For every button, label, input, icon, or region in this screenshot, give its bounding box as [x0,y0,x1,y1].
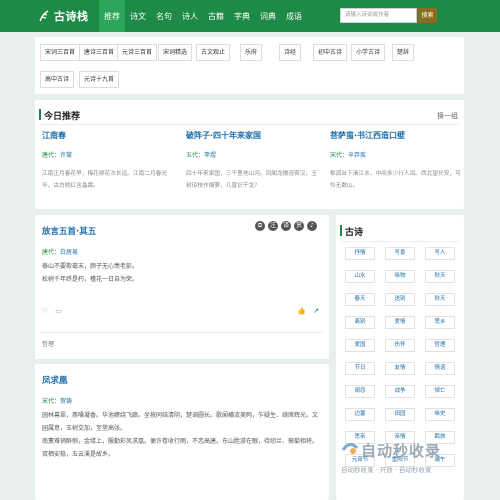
logo-icon [39,10,49,22]
nav-poets[interactable]: 诗人 [177,0,203,32]
poem-title[interactable]: 放言五首·其五 [42,225,96,237]
nav-recommend[interactable]: 推荐 [99,0,125,32]
share-icon[interactable]: ↗ [313,307,319,315]
copy-icon[interactable]: ⧉ [255,221,265,231]
divider [40,124,459,125]
recommend-item-author: 唐代：许棠 [42,152,73,159]
category-cell[interactable]: 哲理 [425,339,455,352]
category-cell[interactable]: 节日 [345,362,375,375]
category-cell[interactable]: 山水 [345,270,375,283]
nav-poems[interactable]: 诗文 [125,0,151,32]
change-group-link[interactable]: 换一组 [437,111,458,121]
poem-content: 园林幕翠，燕嗓凝香。华池缭绕飞廊。坐按同结清阴，楚调圆长。歌阑横流美眄，乍疑生、… [42,412,319,458]
poem-tag[interactable]: 哲理 [42,339,54,348]
logo-text: 古诗栈 [54,10,89,23]
tag-high-school[interactable]: 高中古诗 [40,71,75,88]
poem-content: 泰山不要欺毫末，颜子无心羡老彭。 松树千年终是朽，槿花一日自为荣。 [42,263,139,283]
poem-action-icons: ⧉ 注 译 赏 ♪ [255,221,317,231]
recommend-item-title[interactable]: 菩萨蛮·书江西造口壁 [330,130,462,141]
poem-footer-left: ♡ ▭ [42,307,62,315]
tag-primary-school[interactable]: 小学古诗 [351,44,386,61]
poem-footer-right: 👍 ↗ [297,307,319,315]
category-cell[interactable]: 爱国 [345,339,375,352]
tag-middle-school[interactable]: 初中古诗 [313,44,348,61]
category-cell[interactable]: 秋天 [425,293,455,306]
recommend-item-author: 宋代：辛弃疾 [330,152,367,159]
search-button[interactable]: 搜索 [418,8,437,23]
watermark-subtext: 自动秒收录 · 开放 · 自动秒收录 [341,466,432,474]
nav-classics[interactable]: 古籍 [203,0,229,32]
search-input[interactable]: 请输入诗词或作者 [340,8,417,23]
recommend-item: 破阵子·四十年来家国 五代：李煜 四十年来家国，三千里地山河。凤阁龙楼连霄汉，玉… [186,130,318,192]
top-navbar: 古诗栈 推荐 诗文 名句 诗人 古籍 字典 词典 成语 请输入诗词或作者 搜索 [0,0,500,32]
recommend-item-excerpt: 四十年来家国，三千里地山河。凤阁龙楼连霄汉，玉树琼枝作烟萝，几曾识干戈？ [186,171,317,189]
recommend-title: 今日推荐 [44,112,81,122]
recommend-item-author: 五代：李煜 [186,152,217,159]
watermark-text: 自动秒收录 [361,442,442,460]
divider [40,332,323,333]
category-cell[interactable]: 写人 [425,247,455,260]
watermark: 自动秒收录 自动秒收录 · 开放 · 自动秒收录 [341,436,481,481]
section-accent [39,109,41,120]
recommend-item: 菩萨蛮·书江西造口壁 宋代：辛弃疾 郁孤台下清江水，中间多少行人泪。西北望长安，… [330,130,462,192]
collection-tags-panel: 宋词三百首 唐诗三百首 元诗三百首 宋词精选 古文观止 乐府 诗经 初中古诗 小… [35,37,464,94]
nav-quotes[interactable]: 名句 [151,0,177,32]
section-accent [340,225,342,236]
tag-tang-300[interactable]: 唐诗三百首 [79,44,120,61]
appreciation-icon[interactable]: 赏 [294,221,304,231]
tag-shijing[interactable]: 诗经 [279,44,302,61]
tag-guwen[interactable]: 古文观止 [196,44,231,61]
translation-icon[interactable]: 译 [281,221,291,231]
poem-author: 唐代：白居易 [42,249,79,256]
recommend-item-title[interactable]: 江南春 [42,130,174,141]
nav-lexicon[interactable]: 词典 [255,0,281,32]
category-cell[interactable]: 伤怀 [385,339,415,352]
tag-chuci[interactable]: 楚辞 [392,44,415,61]
divider [341,241,459,242]
poem-author: 宋代：贺铸 [42,398,73,405]
category-cell[interactable]: 咏史 [425,408,455,421]
recommend-item-title[interactable]: 破阵子·四十年来家国 [186,130,318,141]
category-cell[interactable]: 闺怨 [345,385,375,398]
category-cell[interactable]: 抒情 [345,247,375,260]
category-cell[interactable]: 秋天 [425,270,455,283]
category-cell[interactable]: 写景 [385,247,415,260]
audio-icon[interactable]: ♪ [307,221,317,231]
tag-song-ci-selected[interactable]: 宋词精选 [158,44,193,61]
category-cell[interactable]: 田园 [385,408,415,421]
nav-dictionary[interactable]: 字典 [229,0,255,32]
tag-19-poems[interactable]: 元诗十九首 [79,71,120,88]
category-cell[interactable]: 春天 [345,293,375,306]
recommend-item-excerpt: 郁孤台下清江水，中间多少行人泪。西北望长安，可怜无数山。 [330,171,461,189]
nav-idioms[interactable]: 成语 [281,0,307,32]
category-cell[interactable]: 送别 [385,293,415,306]
category-cell[interactable]: 情谊 [425,362,455,375]
sidebar-title: 古诗 [345,228,364,238]
category-cell[interactable]: 爱情 [385,316,415,329]
tag-song-ci-300[interactable]: 宋词三百首 [40,44,81,61]
poem-card: 凤求凰 宋代：贺铸 园林幕翠，燕嗓凝香。华池缭绕飞廊。坐按同结清阴，楚调圆长。歌… [35,364,329,500]
daily-recommend-panel: 今日推荐 换一组 江南春 唐代：许棠 江南正月春花早，梅花柳花次长远。江南二月春… [35,100,464,209]
poem-card: 放言五首·其五 ⧉ 注 译 赏 ♪ 唐代：白居易 泰山不要欺毫末，颜子无心羡老彭… [35,215,329,359]
tag-yuan-300[interactable]: 元诗三百首 [117,44,158,61]
category-cell[interactable]: 边塞 [345,408,375,421]
recommend-item: 江南春 唐代：许棠 江南正月春花早，梅花柳花次长远。江南二月春光半，古白桃红含晶… [42,130,174,192]
category-cell[interactable]: 战争 [385,385,415,398]
recommend-item-excerpt: 江南正月春花早，梅花柳花次长远。江南二月春光半，古白桃红含晶霖。 [42,171,168,189]
tag-yuefu[interactable]: 乐府 [240,44,263,61]
category-cell[interactable]: 友情 [385,362,415,375]
poem-title[interactable]: 凤求凰 [42,374,68,386]
like-icon[interactable]: 👍 [297,307,306,315]
heart-icon[interactable]: ♡ [42,307,48,315]
category-cell[interactable]: 悼亡 [425,385,455,398]
category-cell[interactable]: 咏物 [385,270,415,283]
category-cell[interactable]: 离别 [345,316,375,329]
annotation-icon[interactable]: 注 [268,221,278,231]
watermark-logo-icon [341,443,359,454]
site-logo[interactable]: 古诗栈 [37,7,89,25]
category-cell[interactable]: 思乡 [425,316,455,329]
main-nav: 推荐 诗文 名句 诗人 古籍 字典 词典 成语 [99,0,307,32]
copy-outline-icon[interactable]: ▭ [55,307,62,315]
